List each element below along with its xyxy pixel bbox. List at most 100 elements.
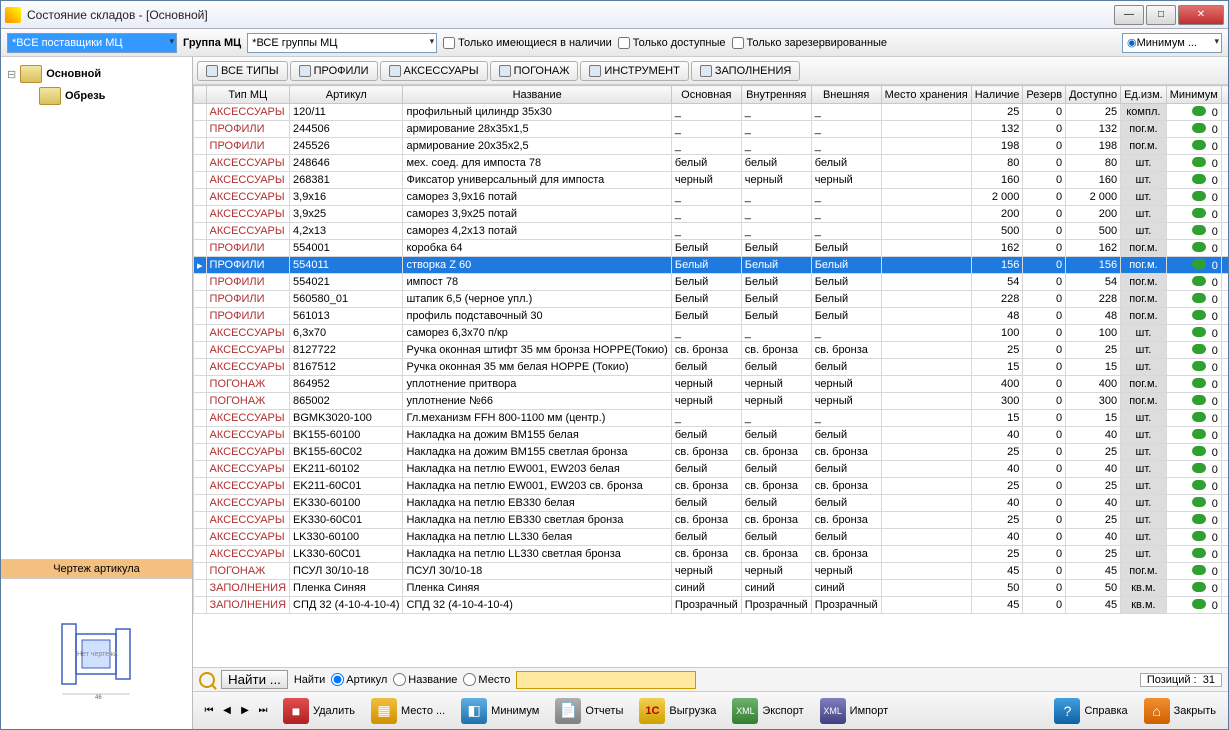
status-dot bbox=[1192, 531, 1206, 541]
table-row[interactable]: ПРОФИЛИ560580_01штапик 6,5 (черное упл.)… bbox=[194, 291, 1229, 308]
col-header[interactable]: Артикул bbox=[290, 86, 403, 104]
tab-инструмент[interactable]: ИНСТРУМЕНТ bbox=[580, 61, 688, 81]
table-row[interactable]: ПРОФИЛИ554021импост 78БелыйБелыйБелый540… bbox=[194, 274, 1229, 291]
nav-next[interactable]: ▶ bbox=[237, 703, 253, 719]
folder-icon bbox=[20, 65, 42, 83]
import-button[interactable]: XMLИмпорт bbox=[816, 696, 892, 726]
find-button[interactable]: Найти ... bbox=[221, 670, 288, 689]
table-row[interactable]: АКСЕССУАРЫBK155-60100Накладка на дожим B… bbox=[194, 427, 1229, 444]
close-button[interactable]: ✕ bbox=[1178, 5, 1224, 25]
tab-все типы[interactable]: ВСЕ ТИПЫ bbox=[197, 61, 288, 81]
table-row[interactable]: ПРОФИЛИ244506армирование 28х35х1,5___132… bbox=[194, 121, 1229, 138]
nav-prev[interactable]: ◀ bbox=[219, 703, 235, 719]
table-row[interactable]: ЗАПОЛНЕНИЯПленка СиняяПленка Синяясинийс… bbox=[194, 580, 1229, 597]
only-available-checkbox[interactable]: Только доступные bbox=[618, 37, 726, 49]
filter-toolbar: *ВСЕ поставщики МЦ Группа МЦ *ВСЕ группы… bbox=[1, 29, 1228, 57]
table-row[interactable]: АКСЕССУАРЫ120/11профильный цилиндр 35х30… bbox=[194, 104, 1229, 121]
table-row[interactable]: АКСЕССУАРЫBK155-60C02Накладка на дожим B… bbox=[194, 444, 1229, 461]
table-row[interactable]: ПОГОНАЖ864952уплотнение притворачерныйче… bbox=[194, 376, 1229, 393]
search-bar: Найти ... Найти Артикул Название Место П… bbox=[193, 667, 1228, 691]
status-dot bbox=[1192, 259, 1206, 269]
status-dot bbox=[1192, 106, 1206, 116]
col-header[interactable]: Место хранения bbox=[881, 86, 971, 104]
col-header[interactable]: Основная bbox=[671, 86, 741, 104]
table-row[interactable]: АКСЕССУАРЫEK330-60C01Накладка на петлю E… bbox=[194, 512, 1229, 529]
status-dot bbox=[1192, 361, 1206, 371]
col-header[interactable]: Доступно bbox=[1066, 86, 1121, 104]
table-row[interactable]: АКСЕССУАРЫ3,9x16саморез 3,9х16 потай___2… bbox=[194, 189, 1229, 206]
table-row[interactable]: АКСЕССУАРЫLK330-60C01Накладка на петлю L… bbox=[194, 546, 1229, 563]
status-dot bbox=[1192, 140, 1206, 150]
close-app-button[interactable]: ⌂Закрыть bbox=[1140, 696, 1220, 726]
nav-first[interactable]: ⏮ bbox=[201, 703, 217, 719]
only-reserved-checkbox[interactable]: Только зарезервированные bbox=[732, 37, 888, 49]
upload-button[interactable]: 1CВыгрузка bbox=[635, 696, 720, 726]
tree-root[interactable]: ⊟ Основной bbox=[7, 63, 186, 85]
table-row[interactable]: АКСЕССУАРЫEK330-60100Накладка на петлю E… bbox=[194, 495, 1229, 512]
table-row[interactable]: АКСЕССУАРЫEK211-60C01Накладка на петлю E… bbox=[194, 478, 1229, 495]
tab-icon bbox=[589, 65, 601, 77]
data-grid[interactable]: Тип МЦАртикулНазваниеОсновнаяВнутренняяВ… bbox=[193, 85, 1228, 667]
nav-last[interactable]: ⏭ bbox=[255, 703, 271, 719]
delete-button[interactable]: ■Удалить bbox=[279, 696, 359, 726]
table-row[interactable]: АКСЕССУАРЫ4,2x13саморез 4,2х13 потай___5… bbox=[194, 223, 1229, 240]
col-header[interactable]: Внешняя bbox=[811, 86, 881, 104]
tab-аксессуары[interactable]: АКСЕССУАРЫ bbox=[380, 61, 488, 81]
export-button[interactable]: XMLЭкспорт bbox=[728, 696, 807, 726]
table-row[interactable]: АКСЕССУАРЫ6,3x70саморез 6,3х70 п/кр___10… bbox=[194, 325, 1229, 342]
status-dot bbox=[1192, 242, 1206, 252]
tab-профили[interactable]: ПРОФИЛИ bbox=[290, 61, 378, 81]
only-in-stock-checkbox[interactable]: Только имеющиеся в наличии bbox=[443, 37, 612, 49]
table-row[interactable]: АКСЕССУАРЫ8167512Ручка оконная 35 мм бел… bbox=[194, 359, 1229, 376]
table-row[interactable]: ПОГОНАЖ865002уплотнение №66черныйчерныйч… bbox=[194, 393, 1229, 410]
status-dot bbox=[1192, 225, 1206, 235]
search-input[interactable] bbox=[516, 671, 696, 689]
tab-заполнения[interactable]: ЗАПОЛНЕНИЯ bbox=[691, 61, 801, 81]
location-button[interactable]: ▦Место ... bbox=[367, 696, 449, 726]
table-row[interactable]: АКСЕССУАРЫ268381Фиксатор универсальный д… bbox=[194, 172, 1229, 189]
col-header[interactable]: Название bbox=[403, 86, 671, 104]
table-row[interactable]: ПРОФИЛИ245526армирование 20х35х2,5___198… bbox=[194, 138, 1229, 155]
search-by-name[interactable]: Название bbox=[393, 673, 457, 686]
tree-child[interactable]: Обрезь bbox=[39, 85, 186, 107]
table-row[interactable]: ▸ПРОФИЛИ554011створка Z 60БелыйБелыйБелы… bbox=[194, 257, 1229, 274]
status-dot bbox=[1192, 463, 1206, 473]
status-dot bbox=[1192, 565, 1206, 575]
table-row[interactable]: ЗАПОЛНЕНИЯСПД 32 (4-10-4-10-4)СПД 32 (4-… bbox=[194, 597, 1229, 614]
reports-button[interactable]: 📄Отчеты bbox=[551, 696, 627, 726]
table-row[interactable]: ПОГОНАЖПСУЛ 30/10-18ПСУЛ 30/10-18черныйч… bbox=[194, 563, 1229, 580]
table-row[interactable]: АКСЕССУАРЫBGMK3020-100Гл.механизм FFH 80… bbox=[194, 410, 1229, 427]
search-by-article[interactable]: Артикул bbox=[331, 673, 387, 686]
group-label: Группа МЦ bbox=[183, 37, 241, 49]
table-row[interactable]: ПРОФИЛИ554001коробка 64БелыйБелыйБелый16… bbox=[194, 240, 1229, 257]
table-row[interactable]: АКСЕССУАРЫLK330-60100Накладка на петлю L… bbox=[194, 529, 1229, 546]
col-header[interactable] bbox=[194, 86, 207, 104]
status-dot bbox=[1192, 582, 1206, 592]
minimize-button[interactable]: — bbox=[1114, 5, 1144, 25]
help-button[interactable]: ?Справка bbox=[1050, 696, 1131, 726]
group-combo[interactable]: *ВСЕ группы МЦ bbox=[247, 33, 437, 53]
col-header[interactable]: Тип МЦ bbox=[206, 86, 290, 104]
status-dot bbox=[1192, 276, 1206, 286]
col-header[interactable]: Наличие bbox=[971, 86, 1023, 104]
maximize-button[interactable]: □ bbox=[1146, 5, 1176, 25]
preview-header: Чертеж артикула bbox=[1, 559, 192, 579]
supplier-combo[interactable]: *ВСЕ поставщики МЦ bbox=[7, 33, 177, 53]
table-row[interactable]: АКСЕССУАРЫ3,9x25саморез 3,9х25 потай___2… bbox=[194, 206, 1229, 223]
status-dot bbox=[1192, 123, 1206, 133]
col-header[interactable]: Минимум bbox=[1166, 86, 1221, 104]
table-row[interactable]: АКСЕССУАРЫ248646мех. соед. для импоста 7… bbox=[194, 155, 1229, 172]
col-header[interactable]: Внутренняя bbox=[741, 86, 811, 104]
table-row[interactable]: АКСЕССУАРЫ8127722Ручка оконная штифт 35 … bbox=[194, 342, 1229, 359]
svg-text:Нет чертежа: Нет чертежа bbox=[77, 651, 118, 658]
col-header[interactable]: Ед.изм. bbox=[1121, 86, 1167, 104]
table-row[interactable]: АКСЕССУАРЫEK211-60102Накладка на петлю E… bbox=[194, 461, 1229, 478]
minimum-button[interactable]: ◧Минимум bbox=[457, 696, 543, 726]
col-header[interactable]: Резерв bbox=[1023, 86, 1066, 104]
tab-погонаж[interactable]: ПОГОНАЖ bbox=[490, 61, 579, 81]
col-header[interactable] bbox=[1221, 86, 1228, 104]
search-by-place[interactable]: Место bbox=[463, 673, 510, 686]
status-dot bbox=[1192, 174, 1206, 184]
minimum-combo[interactable]: ◉ Минимум ... bbox=[1122, 33, 1222, 53]
table-row[interactable]: ПРОФИЛИ561013профиль подставочный 30Белы… bbox=[194, 308, 1229, 325]
